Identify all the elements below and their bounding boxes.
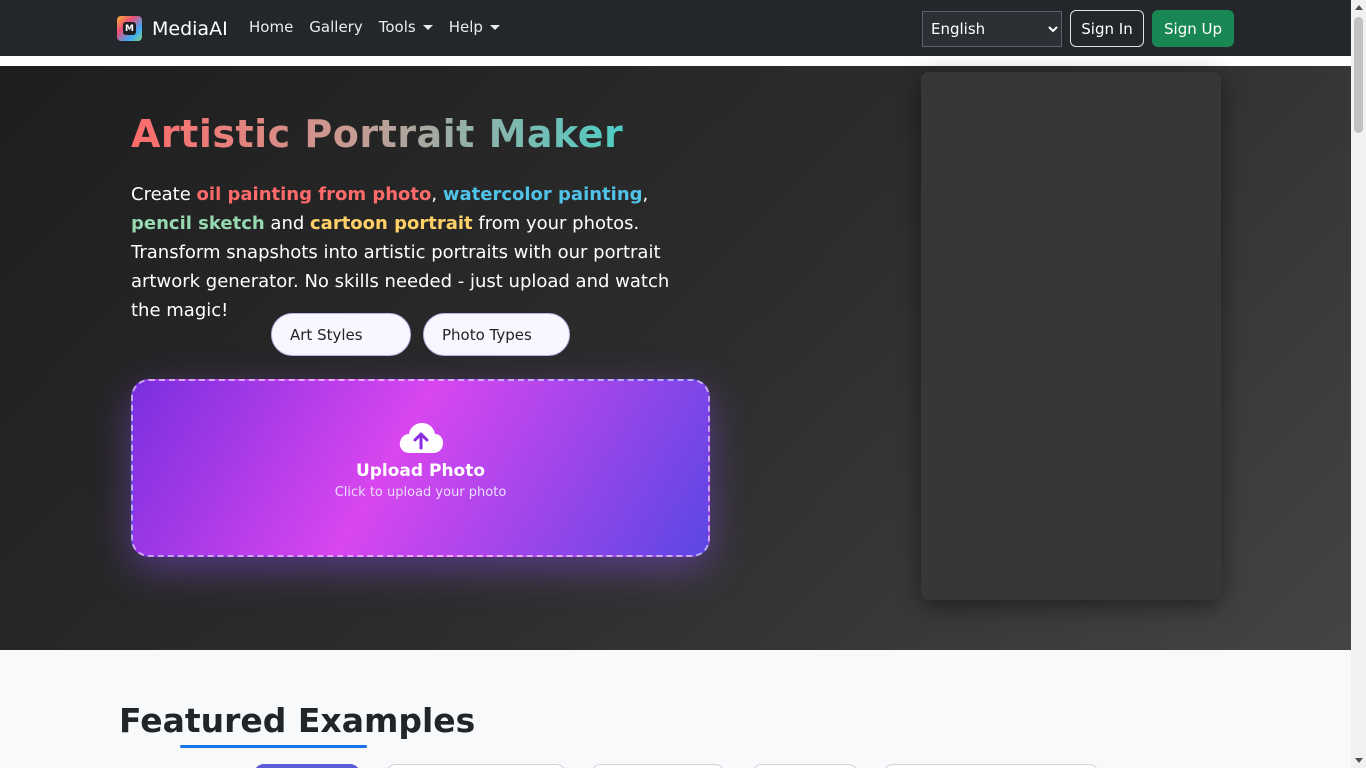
nav-home[interactable]: Home: [241, 18, 301, 36]
highlight-oil-painting: oil painting from photo: [196, 184, 432, 205]
hero-description: Create oil painting from photo, watercol…: [131, 180, 691, 325]
preview-panel: [921, 72, 1221, 600]
upload-title: Upload Photo: [355, 461, 486, 481]
sign-up-button[interactable]: Sign Up: [1152, 10, 1234, 47]
nav-help-dropdown[interactable]: Help: [441, 18, 508, 36]
cloud-upload-icon: [399, 423, 443, 453]
sign-in-button[interactable]: Sign In: [1070, 10, 1144, 47]
nav-links: Home Gallery Tools Help: [241, 18, 508, 36]
example-tab[interactable]: [752, 764, 858, 768]
desc-text: ,: [431, 184, 443, 205]
example-tab[interactable]: [591, 764, 725, 768]
photo-types-button[interactable]: Photo Types: [423, 313, 570, 356]
language-select[interactable]: English: [922, 11, 1062, 47]
nav-gallery[interactable]: Gallery: [301, 18, 370, 36]
nav-tools-dropdown[interactable]: Tools: [371, 18, 441, 36]
example-tab-active[interactable]: [254, 764, 360, 768]
highlight-cartoon-portrait: cartoon portrait: [310, 213, 473, 234]
caret-down-icon: [489, 24, 500, 30]
featured-title: Featured Examples: [119, 701, 476, 740]
highlight-pencil-sketch: pencil sketch: [131, 213, 265, 234]
navbar: M MediaAI Home Gallery Tools Help Englis…: [0, 0, 1351, 56]
brand-name: MediaAI: [152, 17, 228, 40]
desc-text: and: [264, 213, 310, 234]
brand-link[interactable]: M MediaAI: [117, 16, 228, 41]
scroll-down-icon[interactable]: [1355, 758, 1363, 763]
scroll-up-icon[interactable]: [1355, 5, 1363, 10]
upload-subtitle: Click to upload your photo: [334, 485, 507, 500]
nav-tools-label: Tools: [378, 18, 416, 36]
art-styles-button[interactable]: Art Styles: [271, 313, 411, 356]
hero-section: Artistic Portrait Maker Create oil paint…: [0, 66, 1351, 650]
page-scrollbar[interactable]: [1351, 0, 1366, 768]
featured-underline: [180, 745, 367, 748]
nav-help-label: Help: [448, 18, 483, 36]
brand-logo-icon: M: [117, 16, 142, 41]
example-tab[interactable]: [386, 764, 566, 768]
navbar-gap: [0, 56, 1351, 66]
scrollbar-thumb[interactable]: [1354, 17, 1363, 133]
desc-text: Create: [131, 184, 197, 205]
highlight-watercolor: watercolor painting: [442, 184, 643, 205]
caret-down-icon: [422, 24, 433, 30]
example-tab[interactable]: [883, 764, 1099, 768]
desc-text: ,: [642, 184, 649, 205]
upload-dropzone[interactable]: Upload Photo Click to upload your photo: [131, 379, 710, 557]
page-title: Artistic Portrait Maker: [131, 112, 624, 156]
